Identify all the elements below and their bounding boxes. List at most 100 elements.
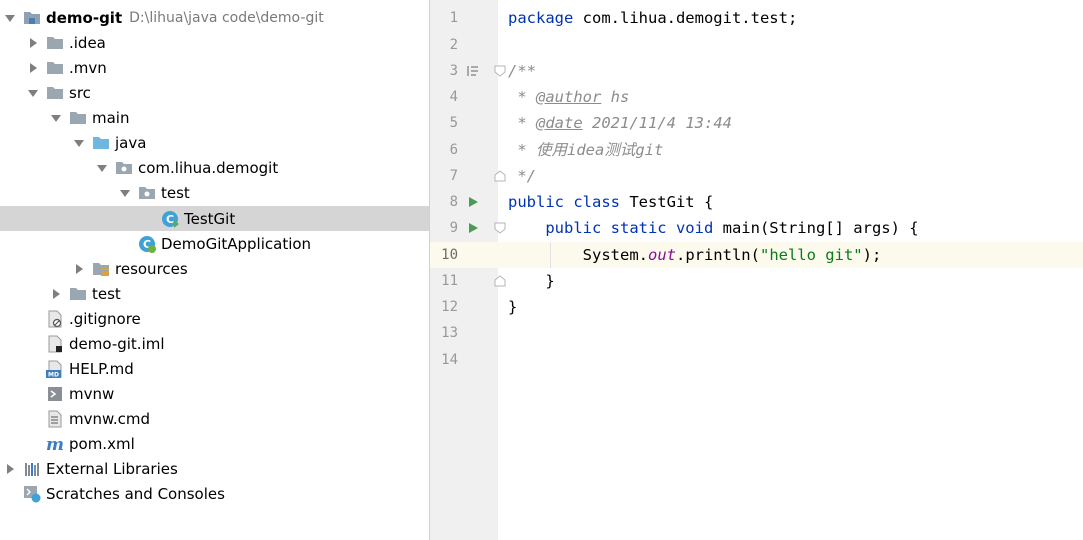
render-doc-icon[interactable]	[467, 65, 479, 77]
module-folder-icon	[23, 9, 41, 27]
tree-node-package-demogit[interactable]: com.lihua.demogit	[0, 155, 429, 180]
tree-node-label: TestGit	[184, 209, 236, 228]
run-main-icon[interactable]	[467, 222, 479, 234]
expanded-arrow-icon[interactable]	[97, 163, 107, 173]
tree-node-external-libraries[interactable]: External Libraries	[0, 456, 429, 481]
tree-node-gitignore[interactable]: .gitignore	[0, 306, 429, 331]
fold-open-icon[interactable]	[494, 222, 506, 234]
comment: /**	[508, 62, 536, 80]
tree-node-label: test	[161, 183, 190, 202]
collapsed-arrow-icon[interactable]	[5, 463, 15, 474]
tree-node-label: External Libraries	[46, 459, 178, 478]
tree-node-label: src	[69, 83, 91, 102]
code-text: System.	[508, 246, 648, 264]
source-root-folder-icon	[92, 134, 110, 152]
folder-icon	[46, 59, 64, 77]
code-editor[interactable]: 1 2 3 4 5 6 7 8 9 10 11 12 13 14 package…	[430, 0, 1083, 540]
tree-node-mvn[interactable]: .mvn	[0, 55, 429, 80]
tree-node-mvnw[interactable]: mvnw	[0, 381, 429, 406]
java-class-icon: C	[161, 210, 179, 228]
expanded-arrow-icon[interactable]	[28, 88, 38, 98]
text-file-icon	[46, 410, 64, 428]
tree-node-label: HELP.md	[69, 359, 134, 378]
tree-node-resources[interactable]: resources	[0, 256, 429, 281]
folder-icon	[46, 84, 64, 102]
code-line-4[interactable]: * @author hs	[508, 84, 629, 110]
code-line-7[interactable]: */	[508, 163, 536, 189]
line-number: 3	[449, 63, 458, 79]
markdown-file-icon: MD	[46, 360, 64, 378]
run-class-icon[interactable]	[467, 196, 479, 208]
libraries-icon	[23, 460, 41, 478]
svg-text:C: C	[166, 213, 174, 226]
code-line-11[interactable]: }	[508, 268, 555, 294]
code-text: com.lihua.demogit.test;	[573, 9, 798, 27]
line-number: 14	[441, 352, 458, 368]
tree-node-testgit[interactable]: C TestGit	[0, 206, 429, 231]
tree-node-label: demo-git	[46, 8, 123, 27]
code-line-8[interactable]: public class TestGit {	[508, 189, 713, 215]
tree-node-label: resources	[115, 259, 188, 278]
doc-tag: @date	[536, 114, 583, 132]
comment: hs	[601, 88, 630, 106]
code-text: .println(	[675, 246, 760, 264]
tree-node-iml[interactable]: demo-git.iml	[0, 331, 429, 356]
package-icon	[115, 159, 133, 177]
tree-node-label: com.lihua.demogit	[138, 158, 279, 177]
collapsed-arrow-icon[interactable]	[74, 263, 84, 274]
code-text: }	[508, 272, 555, 290]
fold-close-icon[interactable]	[494, 275, 506, 287]
code-line-3[interactable]: /**	[508, 58, 536, 84]
tree-node-java[interactable]: java	[0, 130, 429, 155]
tree-node-main[interactable]: main	[0, 105, 429, 130]
tree-node-scratches[interactable]: Scratches and Consoles	[0, 481, 429, 506]
expanded-arrow-icon[interactable]	[74, 138, 84, 148]
line-number: 6	[449, 142, 458, 158]
tree-node-src[interactable]: src	[0, 80, 429, 105]
iml-file-icon	[46, 335, 64, 353]
code-line-9[interactable]: public static void main(String[] args) {	[508, 215, 918, 241]
expanded-arrow-icon[interactable]	[51, 113, 61, 123]
tree-node-label: java	[115, 133, 147, 152]
svg-text:m: m	[46, 435, 64, 453]
tree-node-idea[interactable]: .idea	[0, 30, 429, 55]
line-number: 11	[441, 273, 458, 289]
expanded-arrow-icon[interactable]	[120, 188, 130, 198]
collapsed-arrow-icon[interactable]	[51, 288, 61, 299]
tree-node-label: .gitignore	[69, 309, 141, 328]
tree-node-demo-git[interactable]: demo-git D:\lihua\java code\demo-git	[0, 5, 429, 30]
code-line-10[interactable]: System.out.println("hello git");	[508, 242, 882, 268]
expanded-arrow-icon[interactable]	[5, 13, 15, 23]
keyword: public static void	[545, 219, 714, 237]
tree-node-demogitapplication[interactable]: C DemoGitApplication	[0, 231, 429, 256]
tree-node-package-test[interactable]: test	[0, 180, 429, 205]
editor-gutter[interactable]: 1 2 3 4 5 6 7 8 9 10 11 12 13 14	[430, 0, 506, 540]
static-field: out	[647, 246, 676, 264]
code-line-5[interactable]: * @date 2021/11/4 13:44	[508, 110, 732, 136]
line-number: 1	[449, 10, 458, 26]
maven-icon: m	[46, 435, 64, 453]
line-number: 13	[441, 325, 458, 341]
line-number: 4	[449, 89, 458, 105]
tree-node-label: mvnw	[69, 384, 115, 403]
line-number: 8	[449, 194, 458, 210]
tree-node-help-md[interactable]: MD HELP.md	[0, 356, 429, 381]
tree-node-mvnw-cmd[interactable]: mvnw.cmd	[0, 406, 429, 431]
tree-node-label: demo-git.iml	[69, 334, 165, 353]
tree-node-label: .mvn	[69, 58, 107, 77]
code-text: }	[508, 298, 518, 316]
code-line-1[interactable]: package com.lihua.demogit.test;	[508, 5, 797, 31]
fold-open-icon[interactable]	[494, 65, 506, 77]
spring-boot-class-icon: C	[138, 235, 156, 253]
doc-tag: @author	[536, 88, 602, 106]
fold-close-icon[interactable]	[494, 170, 506, 182]
collapsed-arrow-icon[interactable]	[28, 37, 38, 48]
tree-node-label: Scratches and Consoles	[46, 484, 225, 503]
tree-node-test-folder[interactable]: test	[0, 281, 429, 306]
code-line-6[interactable]: * 使用idea测试git	[508, 137, 663, 163]
collapsed-arrow-icon[interactable]	[28, 62, 38, 73]
code-line-12[interactable]: }	[508, 294, 517, 320]
tree-node-label: DemoGitApplication	[161, 234, 312, 253]
tree-node-pom[interactable]: m pom.xml	[0, 431, 429, 456]
line-number: 9	[449, 220, 458, 236]
